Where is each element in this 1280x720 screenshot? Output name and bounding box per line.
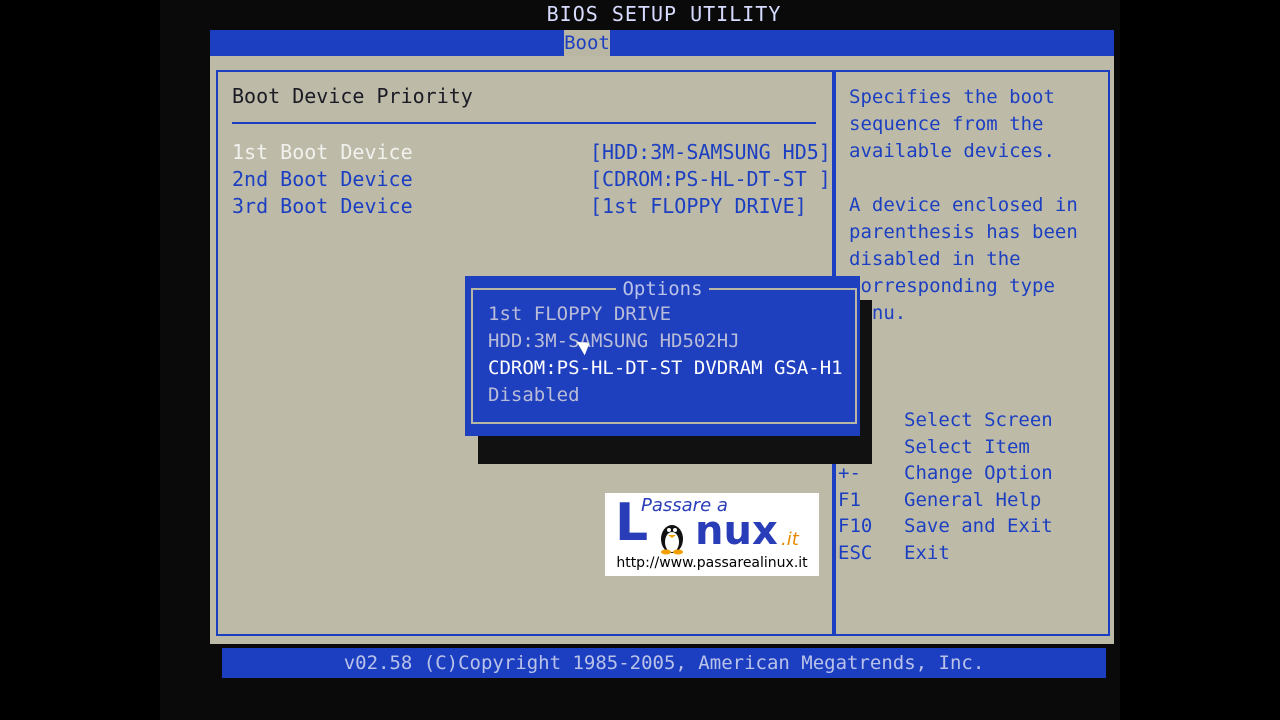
key-row: ESC Exit xyxy=(838,540,1053,567)
key-esc: ESC xyxy=(838,541,873,564)
key-row: F1 General Help xyxy=(838,487,1053,514)
help-paragraph-1: Specifies the boot sequence from the ava… xyxy=(849,86,1055,162)
boot-device-3-label[interactable]: 3rd Boot Device xyxy=(232,194,413,218)
logo-url: http://www.passarealinux.it xyxy=(616,555,808,571)
key-action: General Help xyxy=(904,488,1042,511)
bios-title: BIOS SETUP UTILITY xyxy=(546,2,782,26)
boot-device-2-label[interactable]: 2nd Boot Device xyxy=(232,167,413,191)
boot-device-1-value[interactable]: [HDD:3M-SAMSUNG HD5] xyxy=(590,140,831,164)
option-item[interactable]: HDD:3M-SAMSUNG HD502HJ xyxy=(488,330,740,352)
key-action: Select Item xyxy=(904,435,1030,458)
tux-penguin-icon xyxy=(661,525,683,555)
watermark-logo[interactable]: Passare a L nux .it http://www.passareal… xyxy=(605,493,819,576)
tab-boot[interactable]: Boot xyxy=(564,30,610,56)
option-item[interactable]: Disabled xyxy=(488,384,580,406)
option-item[interactable]: 1st FLOPPY DRIVE xyxy=(488,303,671,325)
section-divider xyxy=(232,122,816,124)
menu-bar xyxy=(210,30,1114,56)
help-text: Specifies the boot sequence from the ava… xyxy=(849,84,1099,354)
logo-letter-l: L xyxy=(615,493,649,553)
logo-brand-nux: nux xyxy=(695,508,778,554)
option-item-selected[interactable]: CDROM:PS-HL-DT-ST DVDRAM GSA-H1 xyxy=(488,357,843,379)
popup-title: Options xyxy=(465,276,860,302)
key-f1: F1 xyxy=(838,488,861,511)
popup-title-text: Options xyxy=(616,278,709,300)
logo-brand-tld: .it xyxy=(781,529,799,550)
section-title: Boot Device Priority xyxy=(232,84,473,108)
key-action: Exit xyxy=(904,541,950,564)
key-f10: F10 xyxy=(838,515,873,538)
key-row: F10 Save and Exit xyxy=(838,513,1053,540)
copyright-footer: v02.58 (C)Copyright 1985-2005, American … xyxy=(222,648,1106,678)
key-action: Select Screen xyxy=(904,409,1053,431)
key-action: Save and Exit xyxy=(904,515,1053,538)
help-paragraph-2: A device enclosed in parenthesis has bee… xyxy=(849,194,1078,324)
boot-device-2-value[interactable]: [CDROM:PS-HL-DT-ST ] xyxy=(590,167,831,191)
key-action: Change Option xyxy=(904,462,1053,485)
boot-device-1-label[interactable]: 1st Boot Device xyxy=(232,140,413,164)
key-plus-minus: +- xyxy=(838,462,861,485)
key-row: +- Change Option xyxy=(838,460,1053,487)
boot-device-3-value[interactable]: [1st FLOPPY DRIVE] xyxy=(590,194,807,218)
